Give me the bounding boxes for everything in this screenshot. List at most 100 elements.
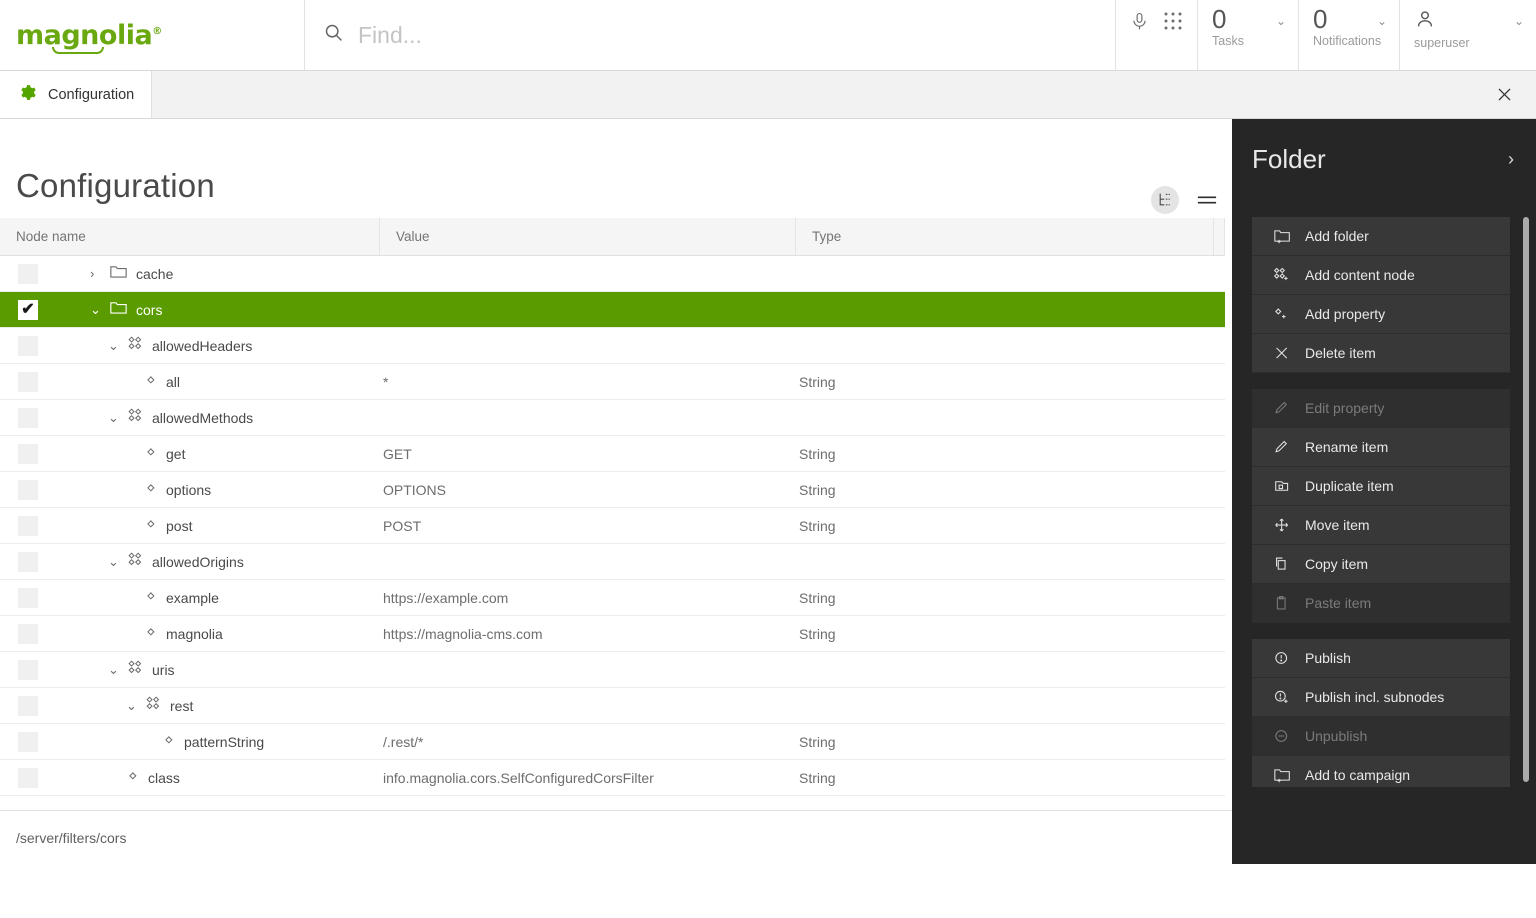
row-checkbox[interactable] — [18, 731, 38, 752]
expand-toggle-icon[interactable]: ⌄ — [126, 699, 137, 712]
table-row[interactable]: ⌄ allowedMethods — [0, 400, 1225, 436]
node-name-label: rest — [170, 697, 194, 714]
row-checkbox[interactable] — [18, 443, 38, 464]
row-checkbox[interactable]: ✔ — [18, 299, 38, 320]
table-row[interactable]: magnolia https://magnolia-cms.com String — [0, 616, 1225, 652]
action-menu-item: Unpublish — [1252, 717, 1510, 756]
row-checkbox[interactable] — [18, 263, 38, 284]
tab-configuration[interactable]: Configuration — [0, 71, 152, 118]
table-row[interactable]: patternString /.rest/* String — [0, 724, 1225, 760]
row-checkbox[interactable] — [18, 335, 38, 356]
table-row[interactable]: ⌄ allowedOrigins — [0, 544, 1225, 580]
search-input[interactable] — [356, 20, 1069, 50]
action-menu-item[interactable]: Add property — [1252, 295, 1510, 334]
action-menu-item-label: Publish — [1305, 650, 1351, 666]
table-row[interactable]: › cache — [0, 256, 1225, 292]
column-header-node-name[interactable]: Node name — [0, 218, 380, 255]
tab-label: Configuration — [48, 86, 135, 103]
node-type-cell: String — [799, 445, 836, 462]
node-name-label: cors — [136, 301, 163, 318]
action-menu-item[interactable]: Copy item — [1252, 545, 1510, 584]
table-row[interactable]: ✔ ⌄ cors — [0, 292, 1225, 328]
chevron-right-icon[interactable]: › — [1508, 149, 1514, 170]
node-name-label: post — [166, 517, 193, 534]
node-name-label: allowedMethods — [152, 409, 254, 426]
action-menu-item[interactable]: Rename item — [1252, 428, 1510, 467]
action-menu-item[interactable]: Duplicate item — [1252, 467, 1510, 506]
table-row[interactable]: options OPTIONS String — [0, 472, 1225, 508]
add-content-node-icon — [1274, 267, 1291, 283]
row-checkbox[interactable] — [18, 371, 38, 392]
node-name-label: options — [166, 481, 212, 498]
search-bar[interactable] — [305, 0, 1116, 70]
microphone-icon[interactable] — [1130, 11, 1149, 37]
action-menu-item[interactable]: Publish — [1252, 639, 1510, 678]
node-name-cell: post — [38, 517, 380, 535]
action-panel-scrollbar[interactable] — [1523, 217, 1529, 787]
table-row[interactable]: ⌄ rest — [0, 688, 1225, 724]
table-row[interactable]: ⌄ allowedHeaders — [0, 328, 1225, 364]
table-row[interactable]: class info.magnolia.cors.SelfConfiguredCo… — [0, 760, 1225, 796]
user-menu[interactable]: superuser ⌄ — [1399, 0, 1536, 70]
row-checkbox[interactable] — [18, 515, 38, 536]
app-header: magnolia® 0 Tasks ⌄ — [0, 0, 1536, 71]
table-row[interactable]: all * String — [0, 364, 1225, 400]
property-icon — [146, 517, 157, 535]
action-panel: Folder › Add folder Add content node Add p… — [1232, 119, 1536, 864]
node-type-cell: String — [799, 517, 836, 534]
tasks-indicator[interactable]: 0 Tasks ⌄ — [1197, 0, 1298, 70]
close-icon[interactable] — [1495, 71, 1514, 118]
node-type-cell: String — [799, 481, 836, 498]
row-checkbox[interactable] — [18, 695, 38, 716]
row-checkbox[interactable] — [18, 587, 38, 608]
chevron-down-icon[interactable]: ⌄ — [1377, 14, 1387, 28]
tree-view-icon[interactable] — [1151, 186, 1179, 214]
node-name-cell: get — [38, 445, 380, 463]
expand-toggle-icon[interactable]: ⌄ — [108, 339, 119, 352]
chevron-down-icon[interactable]: ⌄ — [1514, 14, 1524, 28]
action-panel-scrollbar-thumb[interactable] — [1523, 217, 1529, 782]
row-checkbox[interactable] — [18, 659, 38, 680]
action-menu-item[interactable]: Add folder — [1252, 217, 1510, 256]
column-header-value[interactable]: Value — [380, 218, 796, 255]
table-row[interactable]: ⌄ uris — [0, 652, 1225, 688]
node-name-label: get — [166, 445, 186, 462]
node-name-cell: ⌄ rest — [38, 695, 380, 716]
action-menu-group: Publish Publish incl. subnodes Unpublish Ad… — [1252, 639, 1529, 787]
property-icon — [128, 769, 139, 787]
expand-toggle-icon[interactable]: › — [90, 267, 101, 280]
table-row[interactable]: post POST String — [0, 508, 1225, 544]
column-header-type[interactable]: Type — [796, 218, 1214, 255]
row-checkbox[interactable] — [18, 623, 38, 644]
content-node-icon — [128, 407, 143, 428]
action-menu-item[interactable]: Move item — [1252, 506, 1510, 545]
logo[interactable]: magnolia® — [0, 0, 305, 70]
row-checkbox[interactable] — [18, 407, 38, 428]
table-row[interactable]: example https://example.com String — [0, 580, 1225, 616]
chevron-down-icon[interactable]: ⌄ — [1276, 14, 1286, 28]
action-menu-item[interactable]: Publish incl. subnodes — [1252, 678, 1510, 717]
node-name-cell: options — [38, 481, 380, 499]
expand-toggle-icon[interactable]: ⌄ — [90, 303, 101, 316]
table-row[interactable]: get GET String — [0, 436, 1225, 472]
row-checkbox[interactable] — [18, 479, 38, 500]
node-value-cell: OPTIONS — [383, 481, 447, 498]
node-name-cell: magnolia — [38, 625, 380, 643]
checkmark-icon: ✔ — [21, 300, 35, 318]
action-menu-item[interactable]: Add to campaign — [1252, 756, 1510, 787]
action-menu-item-label: Add content node — [1305, 267, 1415, 283]
row-checkbox[interactable] — [18, 767, 38, 788]
row-checkbox[interactable] — [18, 551, 38, 572]
expand-toggle-icon[interactable]: ⌄ — [108, 411, 119, 424]
column-header-spacer — [1214, 218, 1225, 255]
node-value-cell: /.rest/* — [383, 733, 424, 750]
action-menu-item[interactable]: Add content node — [1252, 256, 1510, 295]
expand-toggle-icon[interactable]: ⌄ — [108, 663, 119, 676]
publish-subnodes-icon — [1274, 689, 1291, 705]
apps-grid-icon[interactable] — [1163, 11, 1183, 36]
notifications-indicator[interactable]: 0 Notifications ⌄ — [1298, 0, 1399, 70]
list-view-icon[interactable] — [1193, 186, 1221, 214]
action-menu-item[interactable]: Delete item — [1252, 334, 1510, 373]
logo-swash — [52, 46, 104, 54]
expand-toggle-icon[interactable]: ⌄ — [108, 555, 119, 568]
